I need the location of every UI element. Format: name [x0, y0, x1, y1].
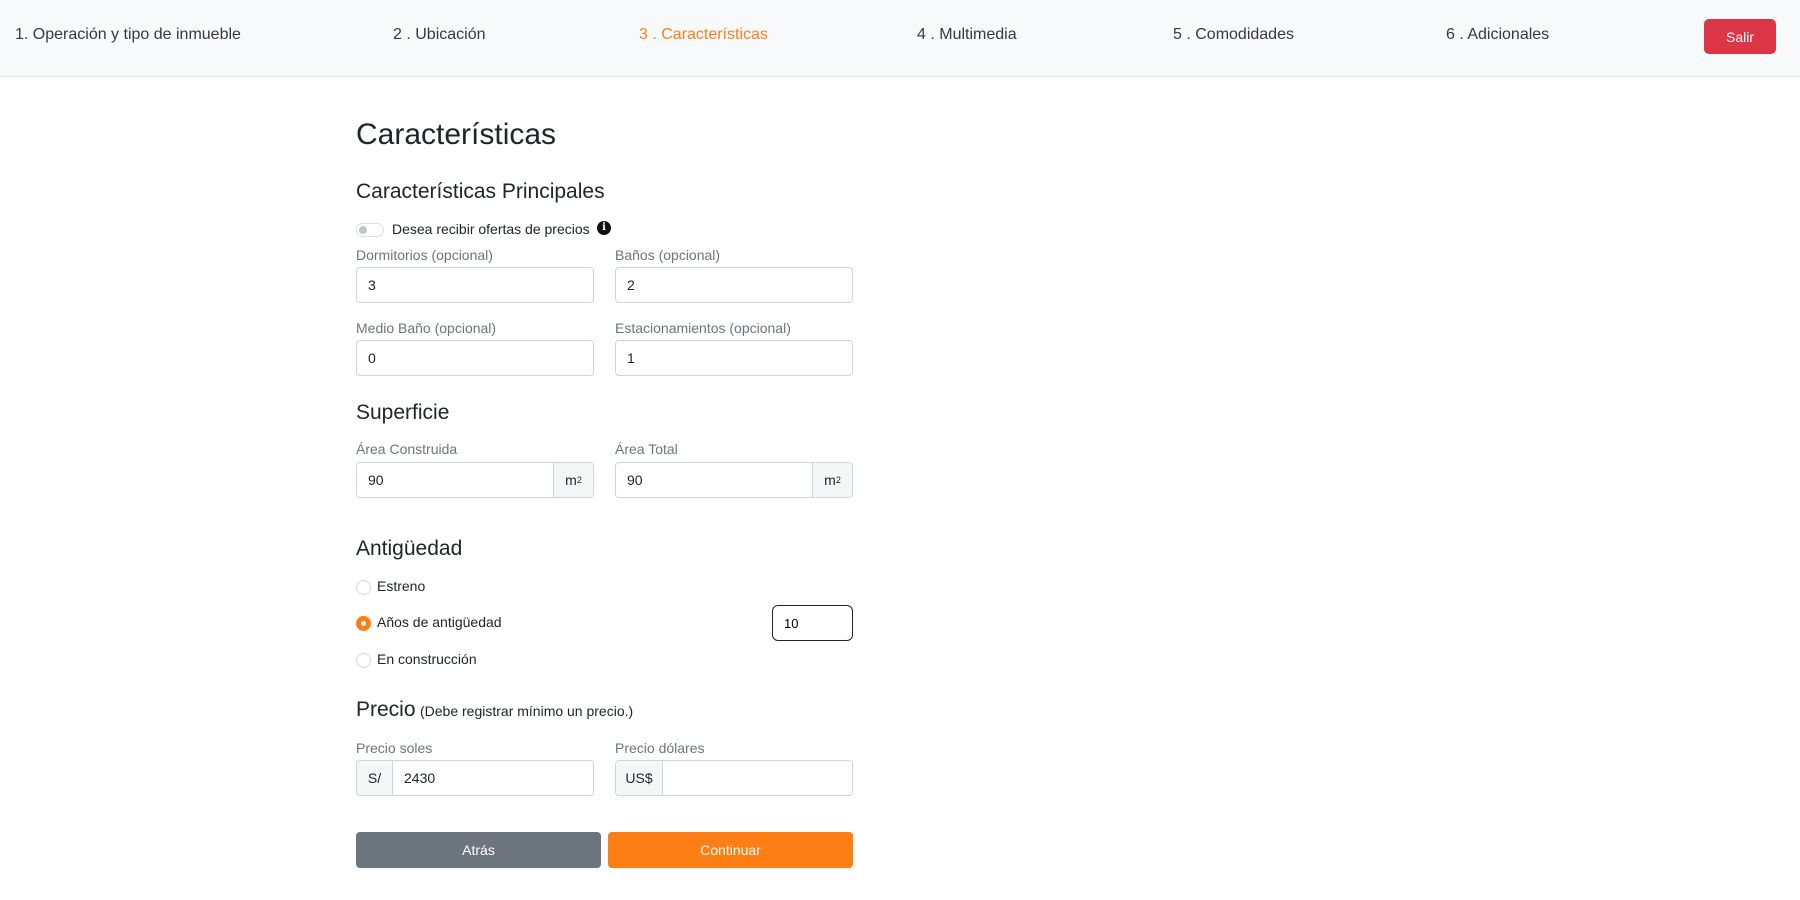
wizard-stepper: 1. Operación y tipo de inmueble 2 . Ubic…	[0, 0, 1800, 77]
unit-superscript: 2	[835, 475, 841, 485]
radio-years[interactable]	[356, 616, 371, 631]
radio-new-label: Estreno	[377, 578, 426, 594]
step-4-multimedia[interactable]: 4 . Multimedia	[917, 26, 1017, 44]
price-soles-group: S/	[356, 760, 594, 796]
price-title-row: Precio (Debe registrar mínimo un precio.…	[356, 698, 633, 722]
main-features-title: Características Principales	[356, 180, 605, 203]
unit-text: m	[824, 472, 836, 488]
price-offers-toggle[interactable]	[356, 223, 384, 237]
price-soles-label: Precio soles	[356, 740, 433, 756]
info-icon[interactable]: i	[597, 221, 611, 235]
step-5-amenities[interactable]: 5 . Comodidades	[1173, 26, 1294, 44]
unit-text: m	[565, 472, 577, 488]
built-area-input[interactable]	[357, 463, 553, 497]
price-note: (Debe registrar mínimo un precio.)	[419, 703, 634, 719]
radio-new[interactable]	[356, 580, 371, 595]
half-bath-label: Medio Baño (opcional)	[356, 320, 497, 336]
radio-years-label: Años de antigüedad	[377, 614, 502, 630]
radio-under-construction[interactable]	[356, 653, 371, 668]
price-offers-toggle-label: Desea recibir ofertas de precios	[392, 221, 590, 237]
built-area-group: m2	[356, 462, 594, 498]
back-button[interactable]: Atrás	[356, 832, 601, 868]
surface-title: Superficie	[356, 401, 450, 424]
price-dollars-input[interactable]	[663, 761, 852, 795]
price-dollars-group: US$	[615, 760, 853, 796]
step-3-features[interactable]: 3 . Características	[639, 26, 768, 44]
price-title: Precio	[356, 698, 416, 721]
total-area-input[interactable]	[616, 463, 812, 497]
continue-button[interactable]: Continuar	[608, 832, 853, 868]
bedrooms-input[interactable]	[356, 267, 594, 303]
radio-under-construction-label: En construcción	[377, 651, 477, 667]
years-input[interactable]	[772, 605, 853, 641]
half-bath-input[interactable]	[356, 340, 594, 376]
unit-superscript: 2	[576, 475, 582, 485]
step-2-location[interactable]: 2 . Ubicación	[393, 26, 486, 44]
total-area-group: m2	[615, 462, 853, 498]
price-soles-input[interactable]	[393, 761, 593, 795]
bedrooms-label: Dormitorios (opcional)	[356, 247, 493, 263]
parking-label: Estacionamientos (opcional)	[615, 320, 791, 336]
page-title: Características	[356, 118, 557, 151]
bathrooms-input[interactable]	[615, 267, 853, 303]
price-dollars-label: Precio dólares	[615, 740, 705, 756]
built-area-unit: m2	[553, 463, 593, 497]
parking-input[interactable]	[615, 340, 853, 376]
exit-button[interactable]: Salir	[1704, 19, 1776, 54]
soles-prefix: S/	[357, 761, 393, 795]
toggle-knob	[359, 226, 367, 234]
age-title: Antigüedad	[356, 537, 463, 560]
total-area-unit: m2	[812, 463, 852, 497]
step-1-operation[interactable]: 1. Operación y tipo de inmueble	[15, 26, 241, 44]
bathrooms-label: Baños (opcional)	[615, 247, 721, 263]
built-area-label: Área Construida	[356, 441, 458, 457]
dollars-prefix: US$	[616, 761, 663, 795]
step-6-additional[interactable]: 6 . Adicionales	[1446, 26, 1549, 44]
total-area-label: Área Total	[615, 441, 678, 457]
